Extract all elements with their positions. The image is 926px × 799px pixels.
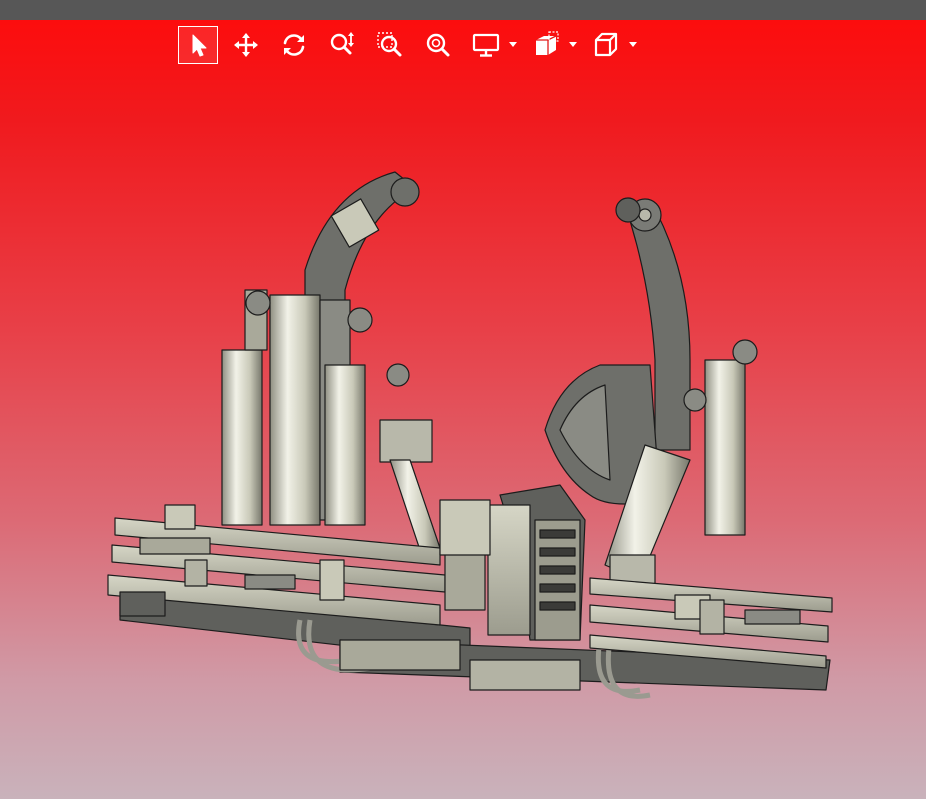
3d-viewport[interactable]	[0, 70, 926, 799]
cad-assembly-model	[107, 171, 833, 699]
